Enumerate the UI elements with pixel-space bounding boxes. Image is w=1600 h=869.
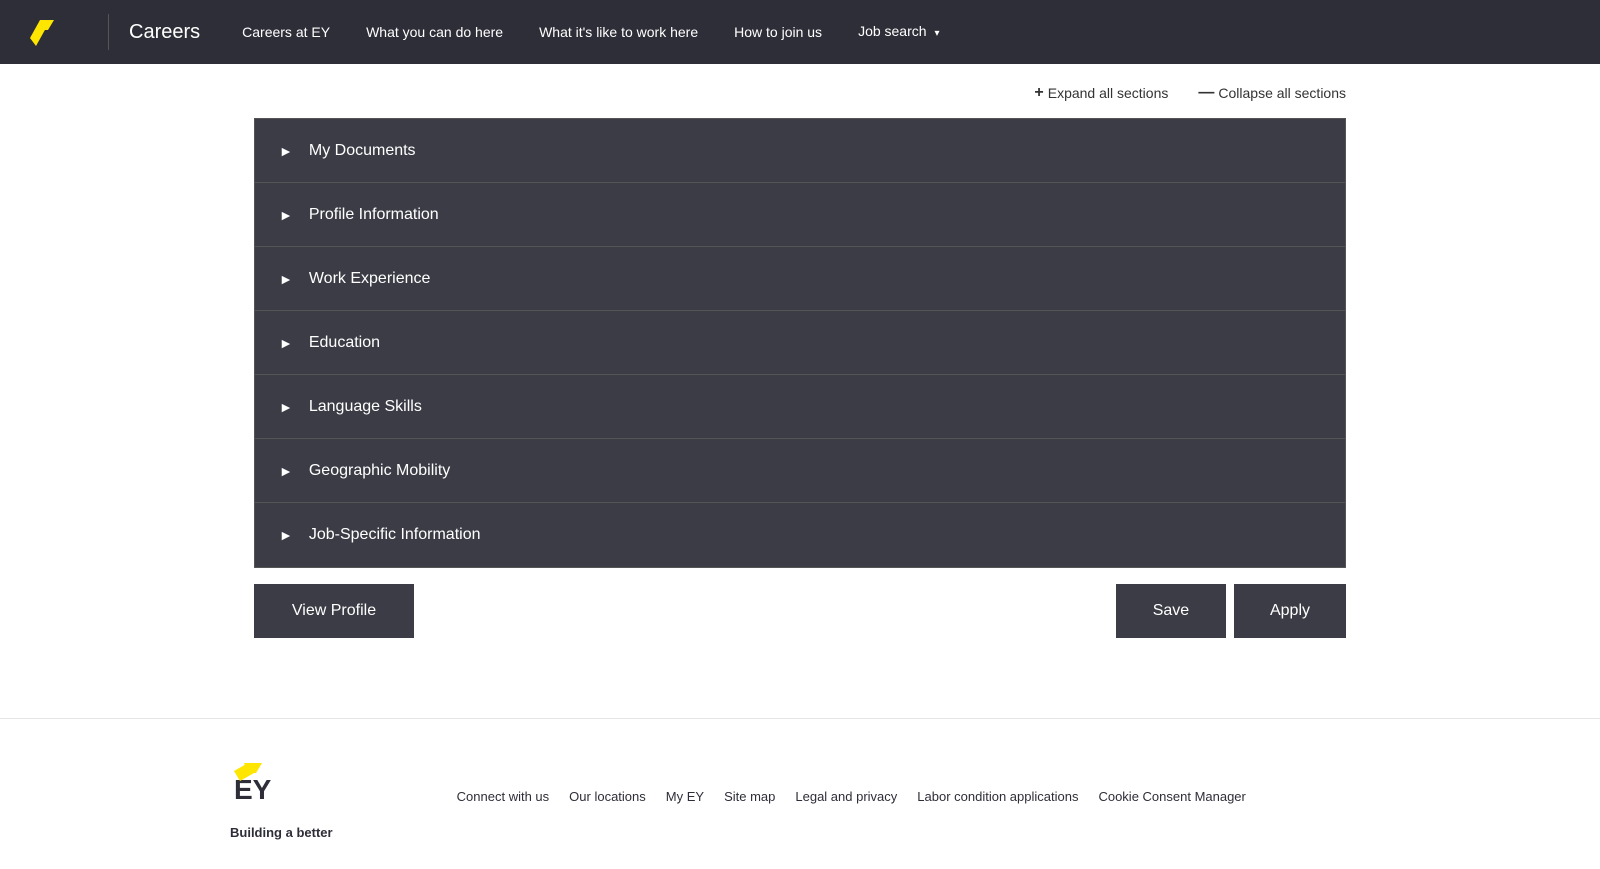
chevron-right-icon: ► bbox=[279, 207, 293, 223]
main-navigation: Careers Careers at EY What you can do he… bbox=[0, 0, 1600, 64]
footer-links: Connect with us Our locations My EY Site… bbox=[333, 789, 1370, 804]
nav-link-what-its-like[interactable]: What it's like to work here bbox=[521, 0, 716, 64]
nav-link-what-you-can-do[interactable]: What you can do here bbox=[348, 0, 521, 64]
footer-link-site-map[interactable]: Site map bbox=[724, 789, 775, 804]
footer-link-legal-and-privacy[interactable]: Legal and privacy bbox=[795, 789, 897, 804]
collapse-all-button[interactable]: — Collapse all sections bbox=[1198, 84, 1346, 102]
footer-link-our-locations[interactable]: Our locations bbox=[569, 789, 646, 804]
apply-button[interactable]: Apply bbox=[1234, 584, 1346, 638]
ey-logo bbox=[24, 10, 68, 54]
nav-link-how-to-join[interactable]: How to join us bbox=[716, 0, 840, 64]
accordion-label-job-specific-information: Job-Specific Information bbox=[309, 526, 481, 544]
nav-links-list: Careers at EY What you can do here What … bbox=[224, 0, 957, 66]
nav-item-careers-at-ey[interactable]: Careers at EY bbox=[224, 0, 348, 64]
accordion-section-profile-information[interactable]: ► Profile Information bbox=[255, 183, 1345, 247]
main-content: + Expand all sections — Collapse all sec… bbox=[230, 64, 1370, 678]
accordion-section-education[interactable]: ► Education bbox=[255, 311, 1345, 375]
accordion-label-education: Education bbox=[309, 334, 380, 352]
save-button[interactable]: Save bbox=[1116, 584, 1226, 638]
accordion-label-profile-information: Profile Information bbox=[309, 206, 439, 224]
expand-all-button[interactable]: + Expand all sections bbox=[1034, 84, 1168, 102]
chevron-right-icon: ► bbox=[279, 335, 293, 351]
nav-link-careers-at-ey[interactable]: Careers at EY bbox=[224, 0, 348, 64]
brand-label: Careers bbox=[129, 21, 200, 44]
nav-item-job-search[interactable]: Job search ▾ bbox=[840, 0, 957, 66]
accordion-section-work-experience[interactable]: ► Work Experience bbox=[255, 247, 1345, 311]
accordion-section-job-specific-information[interactable]: ► Job-Specific Information bbox=[255, 503, 1345, 567]
logo-area bbox=[24, 10, 68, 54]
action-bar: View Profile Save Apply bbox=[254, 584, 1346, 638]
nav-link-job-search[interactable]: Job search ▾ bbox=[840, 0, 957, 66]
nav-item-what-its-like[interactable]: What it's like to work here bbox=[521, 0, 716, 64]
plus-icon: + bbox=[1034, 84, 1043, 102]
right-buttons: Save Apply bbox=[1116, 584, 1346, 638]
nav-item-what-you-can-do[interactable]: What you can do here bbox=[348, 0, 521, 64]
accordion-section-language-skills[interactable]: ► Language Skills bbox=[255, 375, 1345, 439]
accordion-section-my-documents[interactable]: ► My Documents bbox=[255, 119, 1345, 183]
footer-logo-area: EY Building a better bbox=[230, 759, 333, 840]
view-profile-button[interactable]: View Profile bbox=[254, 584, 414, 638]
accordion-section-geographic-mobility[interactable]: ► Geographic Mobility bbox=[255, 439, 1345, 503]
nav-item-how-to-join[interactable]: How to join us bbox=[716, 0, 840, 64]
accordion-label-my-documents: My Documents bbox=[309, 142, 416, 160]
footer-link-my-ey[interactable]: My EY bbox=[666, 789, 704, 804]
footer-inner: EY Building a better Connect with us Our… bbox=[230, 759, 1370, 840]
footer-ey-logo: EY bbox=[230, 759, 300, 819]
footer-link-connect-with-us[interactable]: Connect with us bbox=[457, 789, 550, 804]
minus-icon: — bbox=[1198, 84, 1214, 102]
footer-link-cookie-consent[interactable]: Cookie Consent Manager bbox=[1098, 789, 1245, 804]
chevron-right-icon: ► bbox=[279, 463, 293, 479]
footer-logo-text: Building a better bbox=[230, 825, 333, 840]
accordion-list: ► My Documents ► Profile Information ► W… bbox=[254, 118, 1346, 568]
dropdown-arrow-icon: ▾ bbox=[934, 28, 939, 39]
chevron-right-icon: ► bbox=[279, 527, 293, 543]
chevron-right-icon: ► bbox=[279, 399, 293, 415]
chevron-right-icon: ► bbox=[279, 143, 293, 159]
accordion-label-work-experience: Work Experience bbox=[309, 270, 431, 288]
chevron-right-icon: ► bbox=[279, 271, 293, 287]
section-controls: + Expand all sections — Collapse all sec… bbox=[254, 84, 1346, 102]
footer: EY Building a better Connect with us Our… bbox=[0, 718, 1600, 864]
nav-divider bbox=[108, 14, 109, 50]
footer-link-labor-condition[interactable]: Labor condition applications bbox=[917, 789, 1078, 804]
accordion-label-geographic-mobility: Geographic Mobility bbox=[309, 462, 450, 480]
accordion-label-language-skills: Language Skills bbox=[309, 398, 422, 416]
